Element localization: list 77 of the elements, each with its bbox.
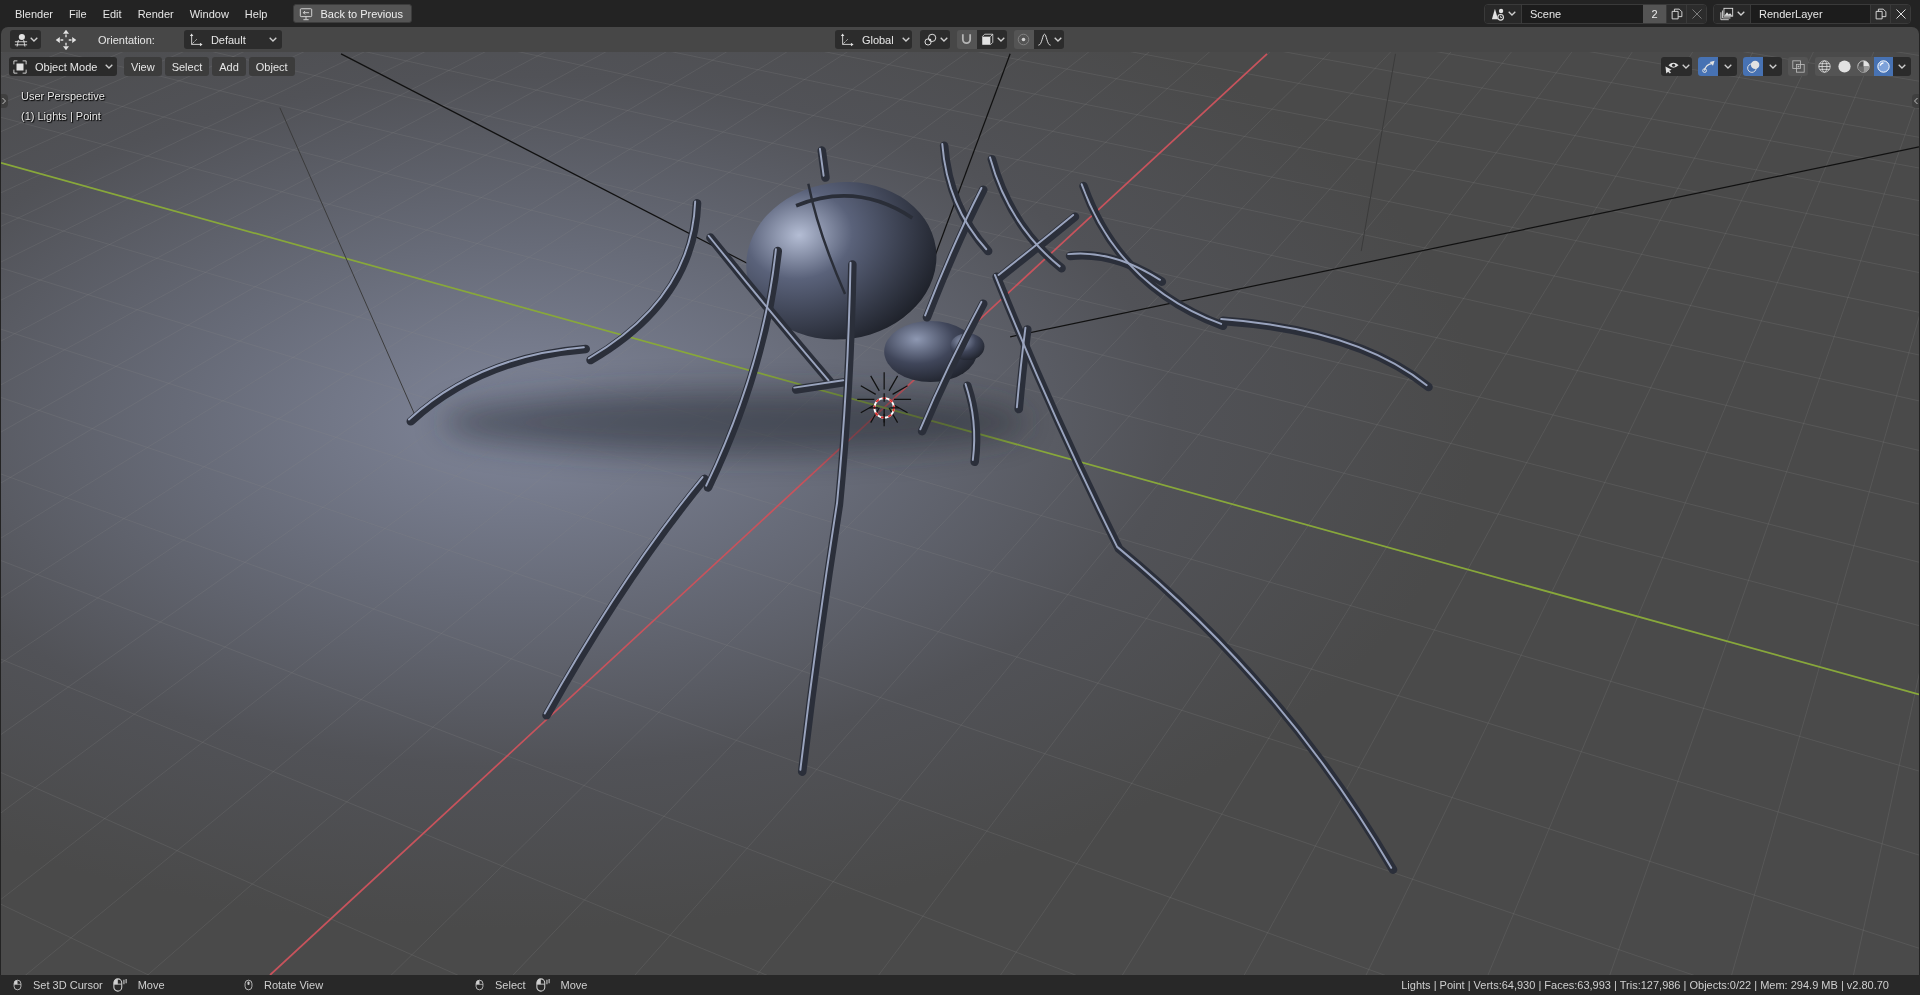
snap-target-dropdown[interactable] <box>976 30 1007 49</box>
orientation-dropdown[interactable]: Default <box>183 30 282 49</box>
wireframe-sphere-icon <box>1818 60 1832 73</box>
dot-in-circle-icon <box>1017 33 1031 46</box>
shading-dropdown[interactable] <box>1893 57 1911 76</box>
chevron-left-icon[interactable] <box>1912 94 1919 108</box>
ball-on-grid-icon <box>14 32 28 47</box>
hint-label: Rotate View <box>264 979 324 991</box>
mode-dropdown[interactable]: Object Mode <box>9 57 117 76</box>
linked-circles-icon <box>923 33 937 46</box>
chevron-right-icon[interactable] <box>1 94 8 108</box>
overlapping-circles-icon <box>1746 60 1760 73</box>
pivot-point-dropdown[interactable] <box>919 30 950 49</box>
caret-icon <box>268 37 277 42</box>
mouse-left-button-icon <box>474 978 485 992</box>
mouse-drag-icon <box>111 978 128 992</box>
header-menu-button[interactable]: Add <box>212 57 246 76</box>
caret-icon <box>1723 64 1732 69</box>
overlays-toggle[interactable] <box>1743 57 1763 76</box>
menu-item[interactable]: Blender <box>7 4 61 23</box>
glossy-sphere-icon <box>1876 60 1890 73</box>
snap-toggle[interactable] <box>956 30 977 49</box>
3d-cursor-icon <box>868 392 900 424</box>
back-to-previous-button[interactable]: Back to Previous <box>293 4 412 23</box>
menu-item[interactable]: Edit <box>94 4 130 23</box>
orientation-label: Orientation: <box>98 33 155 46</box>
scene-statistics: Lights | Point | Verts:64,930 | Faces:63,993 | Tris:127,986 | Objects:0/22 | Mem: 294.9 MB | v2.80.70 <box>1401 979 1889 991</box>
transform-orientation-dropdown[interactable]: Global <box>834 30 912 49</box>
active-object-text: (1) Lights | Point <box>21 110 101 122</box>
visibility-dropdown[interactable] <box>1661 57 1692 76</box>
falloff-dropdown[interactable] <box>1033 30 1064 49</box>
bell-curve-icon <box>1037 33 1051 46</box>
menu-item[interactable]: Render <box>129 4 182 23</box>
mouse-drag-icon <box>534 978 551 992</box>
hint-label: Move <box>137 979 165 991</box>
half-shaded-sphere-icon <box>1857 60 1871 73</box>
hint-label: Select <box>495 979 526 991</box>
caret-icon <box>105 64 114 69</box>
monitor-arrow-icon <box>299 6 314 21</box>
gizmo-toggle[interactable] <box>1698 57 1718 76</box>
menu-item[interactable]: Window <box>181 4 237 23</box>
proportional-editing-toggle[interactable] <box>1013 30 1034 49</box>
caret-icon <box>1768 64 1777 69</box>
caret-icon <box>939 37 948 42</box>
point-light-icon <box>856 371 912 427</box>
mouse-left-button-icon <box>12 978 23 992</box>
header-menu-button[interactable]: Select <box>164 57 210 76</box>
bracketed-square-icon <box>13 59 27 74</box>
hint-label: Set 3D Cursor <box>33 979 103 991</box>
arc-arrow-icon <box>1701 60 1715 73</box>
caret-icon <box>1898 64 1906 69</box>
cube-icon <box>980 33 994 46</box>
caret-icon <box>1053 37 1062 42</box>
move-arrows-icon <box>55 28 77 51</box>
3d-viewport[interactable]: Object Mode View Select Add Object User Perspective (1) Lights | Point <box>1 52 1919 975</box>
caret-icon <box>901 37 910 42</box>
header-menu-button[interactable]: View <box>124 57 162 76</box>
header-menu-button[interactable]: Object <box>248 57 295 76</box>
tool-settings-dropdown[interactable] <box>10 30 41 49</box>
overlapping-squares-icon <box>1791 60 1805 73</box>
gizmo-dropdown[interactable] <box>1718 57 1737 76</box>
solid-sphere-icon <box>1837 60 1851 73</box>
overlays-dropdown[interactable] <box>1763 57 1782 76</box>
caret-icon <box>1682 64 1690 69</box>
view-name-text: User Perspective <box>21 90 105 102</box>
x-ray-toggle[interactable] <box>1788 57 1808 76</box>
axes-icon <box>188 32 203 47</box>
axes-icon <box>839 32 854 47</box>
shading-mode-button[interactable] <box>1815 57 1835 76</box>
mouse-middle-button-icon <box>243 978 254 992</box>
caret-icon <box>996 37 1005 42</box>
caret-icon <box>30 37 38 42</box>
shading-mode-button[interactable] <box>1854 57 1874 76</box>
hint-label: Move <box>560 979 588 991</box>
magnet-icon <box>960 33 974 46</box>
menu-item[interactable]: Help <box>236 4 276 23</box>
menu-item[interactable]: File <box>60 4 95 23</box>
